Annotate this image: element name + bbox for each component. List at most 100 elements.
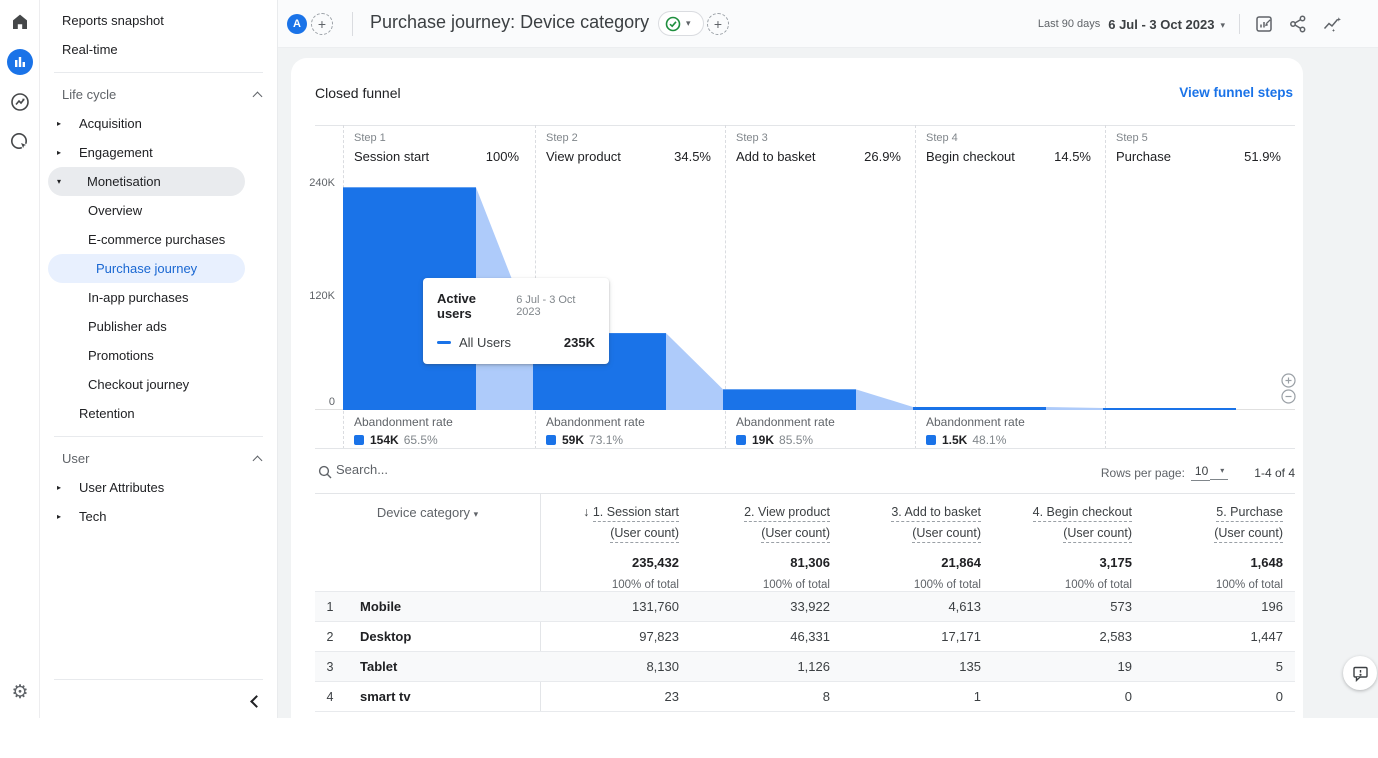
home-nav-button[interactable] — [0, 2, 40, 42]
report-nav-sidebar: Reports snapshot Real-time Life cycle ▸ A… — [40, 0, 278, 718]
step-header-border — [315, 125, 1295, 126]
sidebar-item-user-attributes[interactable]: ▸ User Attributes — [40, 473, 277, 502]
sidebar-item-promotions[interactable]: Promotions — [40, 341, 277, 370]
reports-nav-button[interactable] — [0, 42, 40, 82]
search-input[interactable] — [336, 462, 636, 477]
column-total: 81,306 — [790, 555, 830, 570]
date-preset-label: Last 90 days — [1037, 18, 1101, 30]
pagination-controls: Rows per page: 10 ▾ 1-4 of 4 — [1101, 464, 1295, 481]
step-rate: 34.5% — [674, 149, 711, 164]
row-value: 1,126 — [797, 659, 830, 674]
sidebar-item-real-time[interactable]: Real-time — [40, 35, 277, 64]
column-header-title[interactable]: 5. Purchase — [1216, 505, 1283, 522]
sidebar-item-purchase-journey-selected[interactable]: Purchase journey — [48, 254, 245, 283]
date-range-selector[interactable]: 6 Jul - 3 Oct 2023 — [1108, 17, 1214, 32]
insights-button[interactable] — [1322, 14, 1342, 34]
zoom-in-button[interactable] — [1281, 373, 1296, 388]
column-header: 4. Begin checkout (User count) 3,175 100… — [993, 499, 1144, 591]
row-index: 4 — [326, 690, 334, 704]
row-dimension: Desktop — [360, 629, 412, 644]
sidebar-item-acquisition[interactable]: ▸ Acquisition — [40, 109, 277, 138]
sidebar-item-checkout-journey[interactable]: Checkout journey — [40, 370, 277, 399]
funnel-step-header: Step 1 Session start 100% — [343, 130, 533, 164]
rows-per-page-label: Rows per page: — [1100, 465, 1185, 480]
header-right-controls: Last 90 days 6 Jul - 3 Oct 2023 ▾ — [1038, 0, 1342, 48]
series-swatch-icon — [926, 435, 936, 445]
step-name: Purchase — [1116, 149, 1171, 164]
abandonment-count: 1.5K — [942, 433, 968, 447]
add-report-tab-button[interactable]: + — [707, 13, 729, 35]
abandonment-cell: Abandonment rate 59K 73.1% — [535, 415, 725, 447]
row-dimension: Tablet — [360, 659, 398, 674]
row-value: 46,331 — [790, 629, 830, 644]
app-rail: ⚙ — [0, 0, 40, 718]
collapse-arrow-icon: ▾ — [57, 177, 62, 186]
report-status-pill[interactable]: ▾ — [658, 11, 704, 36]
view-funnel-steps-link[interactable]: View funnel steps — [1179, 85, 1293, 100]
header-divider — [352, 12, 353, 36]
customise-report-button[interactable] — [1254, 14, 1274, 34]
row-value: 196 — [1261, 599, 1283, 614]
dimension-header-label: Device category — [376, 505, 471, 520]
sidebar-item-engagement[interactable]: ▸ Engagement — [40, 138, 277, 167]
published-check-icon — [665, 16, 681, 31]
zoom-out-button[interactable] — [1281, 389, 1296, 404]
column-header-title[interactable]: 1. Session start — [592, 505, 679, 522]
sidebar-item-reports-snapshot[interactable]: Reports snapshot — [40, 6, 277, 35]
section-label: Life cycle — [62, 87, 117, 102]
sidebar-item-retention[interactable]: Retention — [40, 399, 277, 428]
admin-gear-button[interactable]: ⚙ — [0, 681, 40, 704]
column-header-subtitle[interactable]: (User count) — [1063, 526, 1132, 543]
column-header-title[interactable]: 4. Begin checkout — [1032, 505, 1132, 522]
share-report-button[interactable] — [1288, 14, 1308, 34]
tooltip-title: Active users — [437, 291, 477, 321]
column-total-pct: 100% of total — [762, 579, 830, 591]
chevron-down-icon: ▾ — [1220, 19, 1225, 30]
sidebar-section-life-cycle[interactable]: Life cycle — [40, 81, 277, 109]
add-comparison-button[interactable]: + — [311, 13, 333, 35]
advertising-nav-button[interactable] — [0, 122, 40, 162]
dimension-header-dropdown[interactable]: Device category ▾ — [315, 505, 540, 520]
property-avatar[interactable]: A — [287, 14, 307, 34]
sidebar-item-ecommerce-purchases[interactable]: E-commerce purchases — [40, 225, 277, 254]
chevron-up-icon — [252, 455, 263, 466]
abandonment-cell: Abandonment rate 154K 65.5% — [343, 415, 533, 447]
column-header: ↓ 1. Session start (User count) 235,432 … — [540, 499, 691, 591]
sidebar-item-label: Acquisition — [79, 116, 142, 131]
series-dash-icon — [437, 340, 451, 345]
column-header-subtitle[interactable]: (User count) — [912, 526, 981, 543]
column-header: 2. View product (User count) 81,306 100%… — [691, 499, 842, 591]
sidebar-item-publisher-ads[interactable]: Publisher ads — [40, 312, 277, 341]
y-axis-tick: 240K — [309, 177, 335, 189]
feedback-button[interactable] — [1343, 656, 1377, 690]
column-header-subtitle[interactable]: (User count) — [610, 526, 679, 543]
chevron-up-icon — [252, 91, 263, 102]
funnel-bar[interactable] — [723, 389, 856, 410]
sidebar-section-user[interactable]: User — [40, 445, 277, 473]
step-number: Step 1 — [354, 132, 386, 144]
chevron-down-icon: ▾ — [686, 18, 691, 28]
funnel-step-header: Step 4 Begin checkout 14.5% — [915, 130, 1105, 164]
column-header-subtitle[interactable]: (User count) — [1214, 526, 1283, 543]
chevron-down-icon: ▾ — [473, 509, 479, 519]
feedback-icon — [1352, 666, 1368, 682]
table-toolbar: Rows per page: 10 ▾ 1-4 of 4 — [315, 450, 1295, 493]
rows-per-page-select[interactable]: 10 — [1190, 464, 1211, 481]
chevron-down-icon[interactable]: ▾ — [1210, 466, 1229, 480]
sidebar-item-tech[interactable]: ▸ Tech — [40, 502, 277, 531]
collapse-sidebar-chevron[interactable] — [250, 695, 263, 708]
sidebar-item-label: Publisher ads — [88, 319, 167, 334]
column-header-title[interactable]: 2. View product — [744, 505, 830, 522]
sidebar-item-label: Reports snapshot — [62, 13, 164, 28]
abandonment-label: Abandonment rate — [354, 415, 453, 429]
sidebar-item-overview[interactable]: Overview — [40, 196, 277, 225]
insights-icon — [1323, 17, 1341, 32]
explore-nav-button[interactable] — [0, 82, 40, 122]
section-label: User — [62, 451, 90, 466]
funnel-report-card: Closed funnel View funnel steps Step 1 S… — [291, 58, 1303, 758]
sidebar-item-in-app-purchases[interactable]: In-app purchases — [40, 283, 277, 312]
column-header-title[interactable]: 3. Add to basket — [891, 505, 981, 522]
report-header-bar: A + Purchase journey: Device category ▾ … — [278, 0, 1378, 48]
sidebar-item-monetisation[interactable]: ▾ Monetisation — [48, 167, 245, 196]
column-header-subtitle[interactable]: (User count) — [761, 526, 830, 543]
